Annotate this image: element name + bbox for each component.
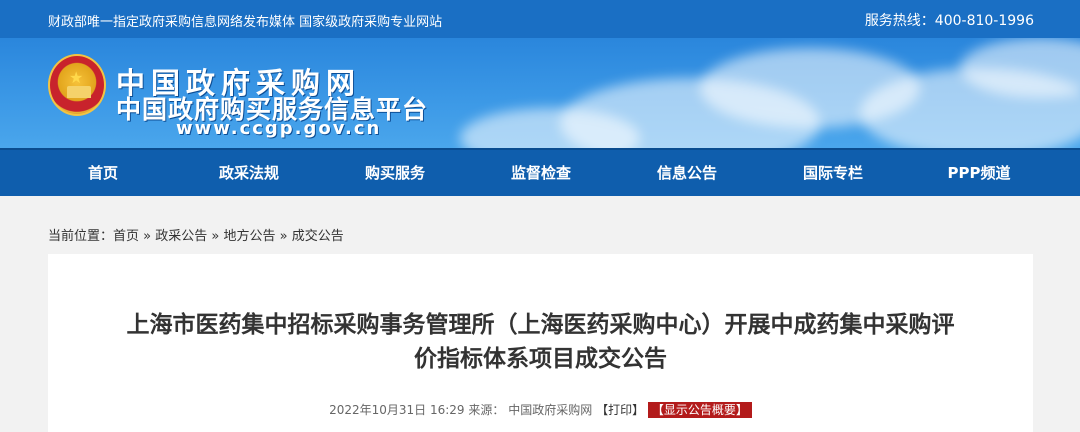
nav-regulations[interactable]: 政采法规 bbox=[176, 150, 322, 196]
main-nav: 首页 政采法规 购买服务 监督检查 信息公告 国际专栏 PPP频道 bbox=[0, 148, 1080, 196]
site-banner: ★ 中国政府采购网 中国政府购买服务信息平台 www.ccgp.gov.cn bbox=[0, 38, 1080, 148]
article-card: 上海市医药集中招标采购事务管理所（上海医药采购中心）开展中成药集中采购评 价指标… bbox=[48, 254, 1033, 432]
article-title: 上海市医药集中招标采购事务管理所（上海医药采购中心）开展中成药集中采购评 价指标… bbox=[48, 308, 1033, 376]
breadcrumb-local-notices[interactable]: 地方公告 bbox=[223, 229, 275, 244]
site-slogan: 财政部唯一指定政府采购信息网络发布媒体 国家级政府采购专业网站 bbox=[48, 15, 443, 30]
breadcrumb-procurement-notices[interactable]: 政采公告 bbox=[155, 229, 207, 244]
article-title-line-1: 上海市医药集中招标采购事务管理所（上海医药采购中心）开展中成药集中采购评 bbox=[126, 312, 955, 338]
nav-announcements[interactable]: 信息公告 bbox=[614, 150, 760, 196]
national-emblem-icon: ★ bbox=[48, 54, 106, 116]
nav-purchase-services[interactable]: 购买服务 bbox=[322, 150, 468, 196]
service-hotline: 服务热线：400-810-1996 bbox=[864, 13, 1034, 29]
article-source-label: 来源： bbox=[468, 403, 505, 417]
breadcrumb-deal-notices[interactable]: 成交公告 bbox=[292, 229, 344, 244]
breadcrumb-separator: » bbox=[275, 229, 292, 244]
breadcrumb: 当前位置：首页 » 政采公告 » 地方公告 » 成交公告 bbox=[48, 225, 344, 244]
nav-international[interactable]: 国际专栏 bbox=[760, 150, 906, 196]
show-summary-button[interactable]: 【显示公告概要】 bbox=[647, 402, 752, 418]
breadcrumb-prefix: 当前位置： bbox=[48, 229, 114, 244]
breadcrumb-separator: » bbox=[207, 229, 224, 244]
nav-home[interactable]: 首页 bbox=[30, 150, 176, 196]
breadcrumb-separator: » bbox=[139, 229, 156, 244]
site-url[interactable]: www.ccgp.gov.cn bbox=[176, 118, 381, 139]
nav-ppp[interactable]: PPP频道 bbox=[906, 150, 1052, 196]
article-datetime: 2022年10月31日 16:29 bbox=[329, 403, 465, 417]
article-source: 中国政府采购网 bbox=[508, 403, 593, 417]
article-meta: 2022年10月31日 16:29 来源： 中国政府采购网 【打印】 【显示公告… bbox=[48, 401, 1033, 418]
nav-supervision[interactable]: 监督检查 bbox=[468, 150, 614, 196]
breadcrumb-home[interactable]: 首页 bbox=[113, 229, 139, 244]
print-link[interactable]: 【打印】 bbox=[596, 403, 644, 417]
top-info-bar: 财政部唯一指定政府采购信息网络发布媒体 国家级政府采购专业网站 服务热线：400… bbox=[0, 0, 1080, 38]
article-title-line-2: 价指标体系项目成交公告 bbox=[414, 346, 667, 372]
